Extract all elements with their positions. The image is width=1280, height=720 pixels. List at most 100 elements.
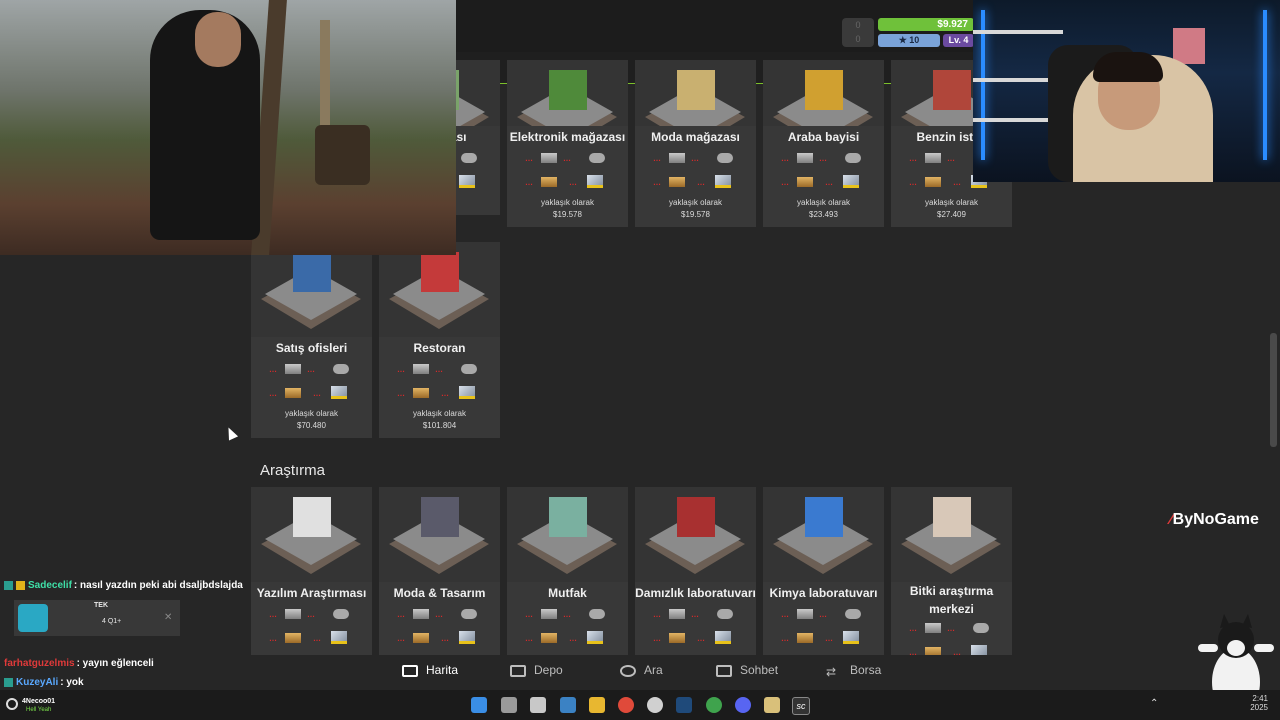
steel-icon [669, 153, 685, 163]
overlay-avatar [18, 604, 48, 632]
building-card[interactable]: Yazılım Araştırması ………… [251, 487, 372, 655]
approx-label: yaklaşık olarak [413, 409, 466, 418]
steel-icon [541, 153, 557, 163]
building-name: Moda & Tasarım [393, 586, 486, 600]
obs-icon[interactable] [647, 697, 663, 713]
building-card[interactable]: Kimya laboratuvarı ………… [763, 487, 884, 655]
steel-icon [285, 364, 301, 374]
xp-indicator[interactable]: 0 0 [842, 18, 874, 47]
exchange-icon: ⇄ [826, 664, 837, 679]
glass-icon [331, 386, 347, 399]
chat-overlay-popup: TEK 4 Q1+ ✕ [14, 600, 180, 636]
building-card[interactable]: Bitki araştırma merkezi………… [891, 487, 1012, 655]
windows-taskbar [0, 690, 1280, 720]
building-card[interactable]: Mutfak ………… [507, 487, 628, 655]
overlay-title: TEK [94, 602, 108, 609]
building-card[interactable]: Moda & Tasarım ………… [379, 487, 500, 655]
ore-icon [461, 364, 477, 374]
steam-icon[interactable] [676, 697, 692, 713]
wood-icon [669, 177, 685, 187]
approx-label: yaklaşık olarak [541, 198, 594, 207]
app-icon[interactable] [530, 697, 546, 713]
building-card[interactable]: Moda mağazası ………… yaklaşık olarak $19.578 [635, 60, 756, 227]
resource-requirements: ………… [251, 359, 372, 408]
steel-icon [925, 623, 941, 633]
wood-icon [413, 633, 429, 643]
building-card[interactable]: Elektronik mağazası ………… yaklaşık olarak $1… [507, 60, 628, 227]
building-name: Araba bayisi [787, 130, 860, 144]
scrollbar-thumb[interactable] [1270, 333, 1277, 447]
steel-icon [797, 609, 813, 619]
wood-icon [797, 177, 813, 187]
building-card[interactable]: Damızlık laboratuvarı ………… [635, 487, 756, 655]
resource-requirements: ………… [635, 148, 756, 197]
windows-start-icon[interactable] [471, 697, 487, 713]
building-price: $23.493 [809, 210, 838, 219]
approx-label: yaklaşık olarak [285, 409, 338, 418]
building-card[interactable]: Satış ofisleri ………… yaklaşık olarak $70.480 [251, 242, 372, 438]
building-image [251, 487, 372, 582]
building-image [507, 487, 628, 582]
nav-depo[interactable]: Depo [510, 663, 563, 677]
overlay-sub: 4 Q1+ [102, 618, 122, 625]
building-image [763, 60, 884, 126]
xp-bottom-value: 0 [855, 34, 861, 44]
glass-icon [331, 631, 347, 644]
file-explorer-icon[interactable] [589, 697, 605, 713]
ore-icon [461, 609, 477, 619]
resource-requirements: ………… [635, 604, 756, 653]
glass-icon [715, 631, 731, 644]
photos-icon[interactable] [560, 697, 576, 713]
building-card[interactable]: Restoran ………… yaklaşık olarak $101.804 [379, 242, 500, 438]
wood-icon [541, 633, 557, 643]
wood-icon [797, 633, 813, 643]
glass-icon [459, 631, 475, 644]
task-view-icon[interactable] [501, 697, 517, 713]
nav-ara[interactable]: Ara [620, 663, 663, 677]
clock[interactable]: 2:41 2025 [1240, 694, 1268, 712]
chat-badge-icon [16, 580, 25, 590]
building-image [635, 487, 756, 582]
webcam-streamer-video [973, 0, 1280, 182]
building-card[interactable]: Araba bayisi ………… yaklaşık olarak $23.493 [763, 60, 884, 227]
approx-label: yaklaşık olarak [925, 198, 978, 207]
wood-icon [413, 388, 429, 398]
glass-icon [459, 386, 475, 399]
ore-icon [717, 609, 733, 619]
building-name: Kimya laboratuvarı [769, 586, 878, 600]
nav-harita[interactable]: Harita [402, 663, 458, 677]
ore-icon [333, 364, 349, 374]
app-icon[interactable] [764, 697, 780, 713]
bynogame-watermark: ⁄ByNoGame [1170, 511, 1259, 528]
ore-icon [973, 623, 989, 633]
taskbar-user: 4Necoo01 [22, 698, 56, 705]
steel-icon [285, 609, 301, 619]
stream-logo-icon [6, 698, 18, 710]
discord-icon[interactable] [735, 697, 751, 713]
building-price: $70.480 [297, 421, 326, 430]
chrome-profile-icon[interactable] [706, 697, 722, 713]
chat-message: KuzeyAli: yok [4, 677, 84, 688]
wood-icon [285, 633, 301, 643]
ore-icon [845, 609, 861, 619]
warehouse-icon [510, 664, 526, 677]
steel-icon [925, 153, 941, 163]
building-name: Damızlık laboratuvarı [635, 586, 756, 600]
game-icon[interactable]: sc [792, 697, 810, 715]
glass-icon [971, 645, 987, 655]
chat-message: Sadecelif: nasıl yazdın peki abi dsaljbd… [4, 580, 243, 591]
nav-borsa[interactable]: ⇄ Borsa [826, 663, 881, 679]
tray-icons[interactable]: ⌃ [1150, 698, 1158, 709]
webcam-outdoor-video [0, 0, 456, 255]
chrome-icon[interactable] [618, 697, 634, 713]
level-badge: Lv. 4 [943, 34, 974, 47]
nav-sohbet[interactable]: Sohbet [716, 663, 778, 677]
approx-label: yaklaşık olarak [797, 198, 850, 207]
ore-icon [461, 153, 477, 163]
resource-requirements: ………… [379, 604, 500, 653]
mouse-cursor [223, 425, 239, 441]
overlay-close-icon[interactable]: ✕ [164, 612, 172, 623]
glass-icon [843, 175, 859, 188]
ore-icon [717, 153, 733, 163]
money-display: $9.927 [878, 18, 974, 31]
